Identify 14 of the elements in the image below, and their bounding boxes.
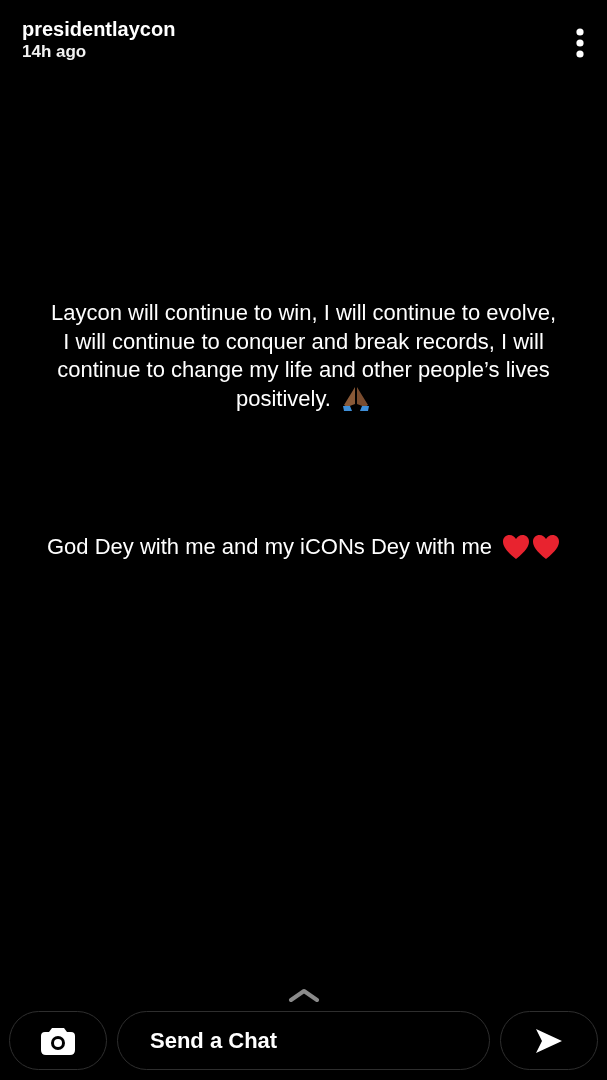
story-text: Laycon will continue to win, I will continue to evolve,	[50, 299, 556, 327]
story-text: positively.	[236, 384, 331, 413]
praying-hands-icon	[340, 385, 371, 412]
chat-input-field[interactable]: Send a Chat	[117, 1011, 490, 1070]
send-arrow-icon	[535, 1027, 563, 1054]
heart-icon	[532, 534, 560, 561]
story-text: continue to change my life and other people’s lives	[57, 356, 550, 384]
story-text: I will continue to conquer and break records, I will	[63, 327, 544, 356]
username: presidentlaycon	[22, 17, 176, 41]
story-text: God Dey with me and my iCONs Dey with me	[47, 533, 492, 561]
chevron-up-icon[interactable]	[287, 988, 320, 1002]
heart-icon	[502, 534, 530, 561]
camera-icon	[40, 1025, 76, 1056]
post-time: 14h ago	[22, 41, 88, 63]
